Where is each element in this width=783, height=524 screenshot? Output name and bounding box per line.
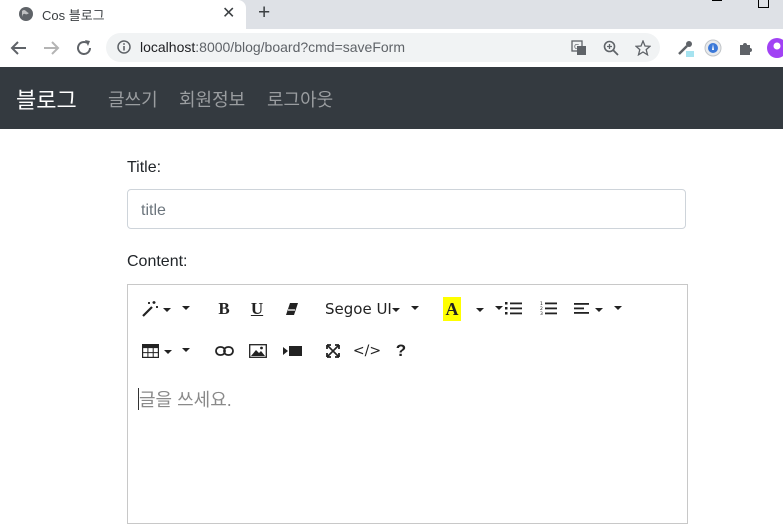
nav-link-logout[interactable]: 로그아웃 (267, 86, 333, 112)
magic-dropdown-caret-icon[interactable] (163, 308, 171, 312)
insert-dropdown-caret-icon[interactable] (182, 348, 190, 352)
svg-text:3: 3 (540, 311, 543, 316)
code-view-button[interactable]: </> (353, 340, 381, 362)
color-dropdown-caret-icon[interactable] (476, 308, 484, 312)
svg-text:G: G (574, 43, 579, 51)
nav-link-profile[interactable]: 회원정보 (179, 86, 245, 112)
forward-arrow-icon[interactable] (41, 38, 61, 58)
url-host: localhost (140, 39, 196, 55)
forecolor-button[interactable]: A (443, 297, 461, 321)
translate-icon[interactable]: G (571, 40, 587, 56)
content-placeholder: 글을 쓰세요. (139, 390, 232, 410)
brand-link[interactable]: 블로그 (16, 83, 77, 115)
title-placeholder: title (141, 202, 166, 219)
content-label: Content: (127, 253, 188, 270)
title-label: Title: (127, 159, 162, 176)
url-path: :8000/blog/board?cmd=saveForm (195, 39, 405, 55)
back-arrow-icon[interactable] (9, 38, 29, 58)
help-button[interactable]: ? (394, 340, 408, 362)
maximize-window-icon[interactable] (758, 0, 769, 8)
link-icon[interactable] (215, 345, 234, 357)
tab-title: Cos 블로그 (42, 8, 105, 23)
font-size-caret-icon[interactable] (411, 306, 419, 310)
align-dropdown-caret-icon[interactable] (595, 308, 603, 312)
align-icon[interactable] (574, 302, 589, 315)
video-icon[interactable] (283, 345, 302, 357)
minimize-window-icon[interactable] (712, 0, 722, 1)
eyedropper-extension-icon[interactable] (676, 39, 694, 57)
title-input[interactable]: title (127, 189, 686, 229)
bookmark-star-icon[interactable] (635, 40, 651, 56)
nav-link-write[interactable]: 글쓰기 (108, 86, 158, 112)
extension-badge-icon[interactable] (704, 39, 722, 57)
address-bar[interactable]: localhost:8000/blog/board?cmd=saveForm G (106, 33, 660, 62)
profile-avatar-icon[interactable] (767, 38, 783, 58)
fullscreen-icon[interactable] (326, 344, 340, 358)
extensions-puzzle-icon[interactable] (737, 39, 755, 57)
table-dropdown-caret-icon[interactable] (164, 350, 172, 354)
globe-icon (19, 7, 33, 21)
ordered-list-icon[interactable]: 1 2 3 (540, 301, 557, 316)
content-editor[interactable]: B U Segoe UI A 1 2 3 </> ? 글을 쓰세요. (127, 284, 688, 524)
unordered-list-icon[interactable] (505, 301, 522, 316)
list-dropdown-caret-icon[interactable] (495, 306, 503, 310)
browser-tabstrip: Cos 블로그 ✕ + (0, 0, 783, 29)
font-name-select[interactable]: Segoe UI (325, 298, 392, 320)
close-tab-icon[interactable]: ✕ (222, 3, 235, 23)
table-icon[interactable] (142, 344, 159, 358)
zoom-icon[interactable] (603, 40, 619, 56)
new-tab-button[interactable]: + (258, 1, 270, 25)
browser-toolbar: localhost:8000/blog/board?cmd=saveForm G (0, 29, 783, 68)
paragraph-dropdown-caret-icon[interactable] (614, 306, 622, 310)
style-dropdown-caret-icon[interactable] (182, 306, 190, 310)
browser-tab[interactable]: Cos 블로그 ✕ (0, 0, 246, 29)
url-text: localhost:8000/blog/board?cmd=saveForm (140, 39, 405, 55)
magic-icon[interactable] (140, 299, 160, 319)
info-icon[interactable] (117, 40, 131, 54)
underline-button[interactable]: U (247, 298, 267, 320)
eraser-icon[interactable] (284, 301, 300, 317)
font-name-caret-icon[interactable] (392, 308, 400, 312)
app-navbar: 블로그 글쓰기 회원정보 로그아웃 (0, 67, 783, 129)
reload-icon[interactable] (74, 38, 94, 58)
picture-icon[interactable] (249, 344, 267, 358)
bold-button[interactable]: B (214, 298, 234, 320)
